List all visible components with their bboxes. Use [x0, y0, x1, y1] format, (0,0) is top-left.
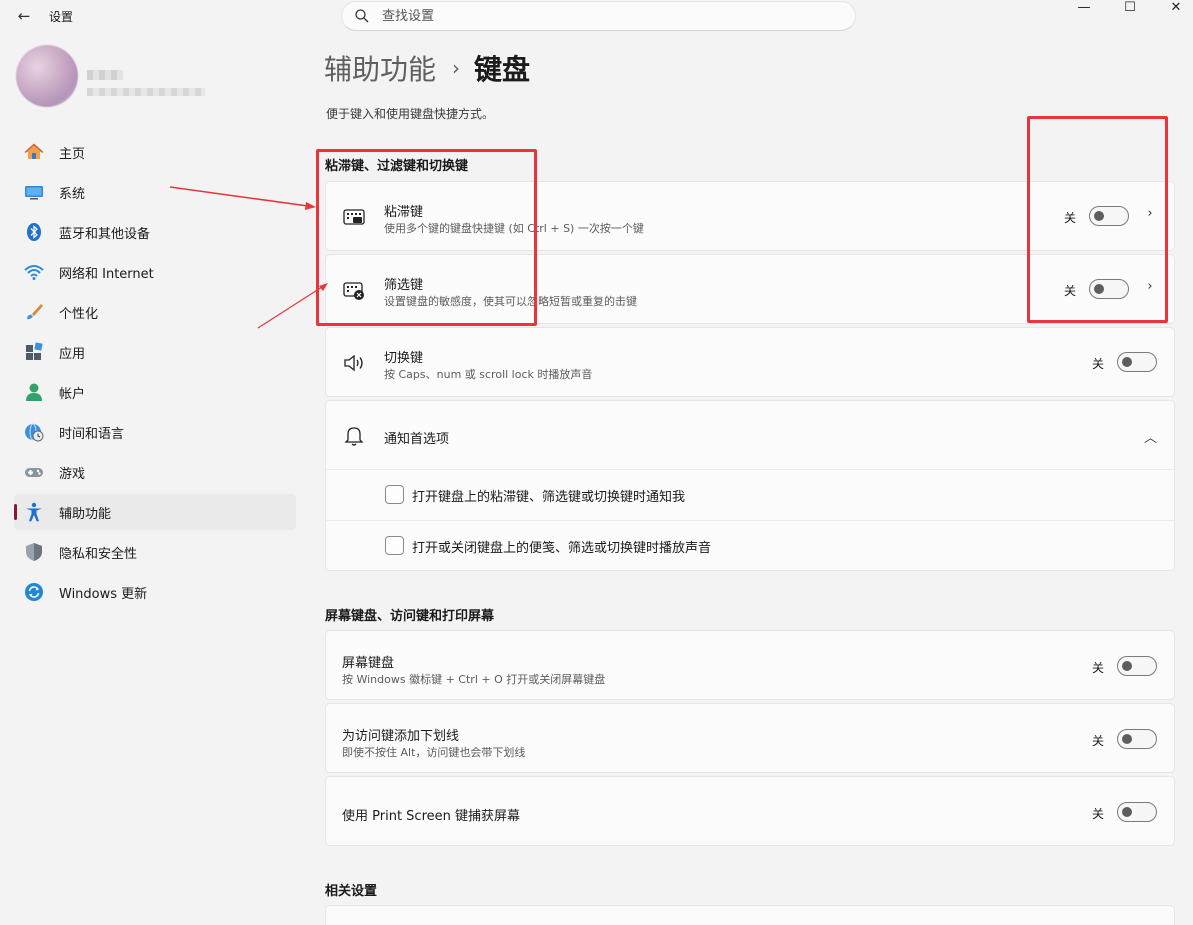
underline-subtitle: 即使不按住 Alt，访问键也会带下划线: [342, 746, 526, 759]
search-box[interactable]: [341, 1, 856, 31]
toggle-keys-title: 切换键: [384, 351, 424, 366]
osk-subtitle: 按 Windows 徽标键 + Ctrl + O 打开或关闭屏幕键盘: [342, 673, 606, 686]
sidebar-item-accounts[interactable]: 帐户: [14, 374, 296, 410]
annotation-box-right: [1027, 116, 1168, 323]
sidebar-item-label: 辅助功能: [59, 507, 112, 522]
sidebar-item-label: 个性化: [59, 307, 99, 322]
update-icon: [25, 583, 43, 601]
toggle-keys-card[interactable]: 切换键 按 Caps、num 或 scroll lock 时播放声音 关: [325, 327, 1175, 397]
toggle-knob: [1122, 357, 1132, 367]
sidebar-item-label: 网络和 Internet: [59, 267, 154, 282]
printscreen-state: 关: [1092, 807, 1105, 821]
gamepad-icon: [25, 468, 43, 477]
notify-checkbox[interactable]: [385, 485, 404, 504]
sidebar-item-accessibility[interactable]: 辅助功能: [14, 494, 296, 530]
osk-state: 关: [1092, 661, 1105, 675]
system-icon: [25, 186, 43, 200]
underline-title: 为访问键添加下划线: [342, 729, 460, 744]
sidebar-item-label: 系统: [59, 187, 86, 202]
sidebar-item-gaming[interactable]: 游戏: [14, 454, 296, 490]
back-button[interactable]: ←: [14, 7, 34, 25]
sidebar-item-label: 隐私和安全性: [59, 547, 138, 562]
shield-icon: [26, 543, 42, 561]
on-screen-keyboard-card[interactable]: 屏幕键盘 按 Windows 徽标键 + Ctrl + O 打开或关闭屏幕键盘 …: [325, 630, 1175, 700]
sound-checkbox-label[interactable]: 打开或关闭键盘上的便笺、筛选或切换键时播放声音: [412, 537, 711, 556]
toggle-knob: [1122, 661, 1132, 671]
toggle-knob: [1122, 807, 1132, 817]
sidebar-item-label: 游戏: [59, 467, 86, 482]
sidebar-item-apps[interactable]: 应用: [14, 334, 296, 370]
underline-toggle[interactable]: [1117, 729, 1157, 749]
toggle-keys-toggle[interactable]: [1117, 352, 1157, 372]
underline-access-keys-card[interactable]: 为访问键添加下划线 即使不按住 Alt，访问键也会带下划线 关: [325, 703, 1175, 773]
sidebar-item-label: 应用: [59, 347, 86, 362]
brush-icon: [27, 304, 43, 320]
toggle-keys-state: 关: [1092, 357, 1105, 371]
app-title: 设置: [49, 10, 74, 24]
sidebar-item-label: 帐户: [59, 387, 86, 402]
search-icon: [355, 9, 369, 23]
breadcrumb: 辅助功能 › 键盘: [324, 48, 530, 88]
page-description: 便于键入和使用键盘快捷方式。: [326, 107, 495, 121]
user-name: ■■: [87, 70, 123, 80]
bluetooth-icon: [27, 223, 41, 241]
apps-icon: [26, 342, 43, 360]
user-email: ■■■■■■■■■■■■■■: [87, 88, 205, 96]
sidebar-item-network[interactable]: 网络和 Internet: [14, 254, 296, 290]
page-title: 键盘: [474, 53, 531, 86]
breadcrumb-separator: ›: [452, 56, 461, 80]
sidebar-item-label: Windows 更新: [59, 587, 148, 602]
sidebar-item-home[interactable]: 主页: [14, 134, 296, 170]
printscreen-title: 使用 Print Screen 键捕获屏幕: [342, 809, 520, 824]
divider: [326, 469, 1174, 470]
toggle-knob: [1122, 734, 1132, 744]
sidebar-item-label: 时间和语言: [59, 427, 125, 442]
maximize-button[interactable]: ☐: [1120, 0, 1140, 18]
bell-icon: [344, 427, 364, 446]
annotation-box-left: [316, 149, 537, 326]
divider: [326, 520, 1174, 521]
chevron-up-icon[interactable]: ︿: [1144, 427, 1157, 446]
accessibility-icon: [26, 502, 42, 522]
notification-preferences-title[interactable]: 通知首选项: [384, 428, 449, 447]
toggle-keys-subtitle: 按 Caps、num 或 scroll lock 时播放声音: [384, 368, 593, 381]
sidebar-item-time-language[interactable]: 时间和语言: [14, 414, 296, 450]
osk-title: 屏幕键盘: [342, 656, 395, 671]
sidebar-item-label: 蓝牙和其他设备: [59, 227, 151, 242]
sidebar-item-bluetooth[interactable]: 蓝牙和其他设备: [14, 214, 296, 250]
active-indicator: [14, 504, 17, 520]
wifi-icon: [24, 265, 44, 280]
sidebar-item-windows-update[interactable]: Windows 更新: [14, 574, 296, 610]
sidebar-item-label: 主页: [59, 147, 86, 162]
speaker-icon: [344, 354, 363, 372]
sidebar-item-personalization[interactable]: 个性化: [14, 294, 296, 330]
sidebar-nav: 主页 系统 蓝牙和其他设备 网络和 Internet 个性化 应用 帐户 时间和…: [14, 134, 296, 614]
printscreen-toggle[interactable]: [1117, 802, 1157, 822]
search-input[interactable]: [382, 7, 822, 25]
related-settings-card[interactable]: [325, 905, 1175, 925]
sidebar-item-privacy[interactable]: 隐私和安全性: [14, 534, 296, 570]
annotation-arrowhead-1: [305, 202, 316, 210]
sidebar-item-system[interactable]: 系统: [14, 174, 296, 210]
notify-checkbox-label[interactable]: 打开键盘上的粘滞键、筛选键或切换键时通知我: [412, 486, 685, 505]
section-title-osk-access-printscreen: 屏幕键盘、访问键和打印屏幕: [325, 609, 495, 624]
title-bar: ← 设置 — ☐ ✕: [0, 0, 1193, 32]
breadcrumb-parent-link[interactable]: 辅助功能: [324, 48, 436, 88]
home-icon: [24, 143, 44, 159]
account-icon: [26, 383, 42, 401]
minimize-button[interactable]: —: [1074, 0, 1094, 18]
notification-preferences-card: 通知首选项 ︿ 打开键盘上的粘滞键、筛选键或切换键时通知我 打开或关闭键盘上的便…: [325, 400, 1175, 571]
section-title-related-settings: 相关设置: [325, 884, 378, 899]
avatar[interactable]: [16, 45, 78, 107]
sound-checkbox[interactable]: [385, 536, 404, 555]
print-screen-card[interactable]: 使用 Print Screen 键捕获屏幕 关: [325, 776, 1175, 846]
globe-clock-icon: [25, 423, 44, 442]
close-button[interactable]: ✕: [1166, 0, 1186, 18]
osk-toggle[interactable]: [1117, 656, 1157, 676]
underline-state: 关: [1092, 734, 1105, 748]
